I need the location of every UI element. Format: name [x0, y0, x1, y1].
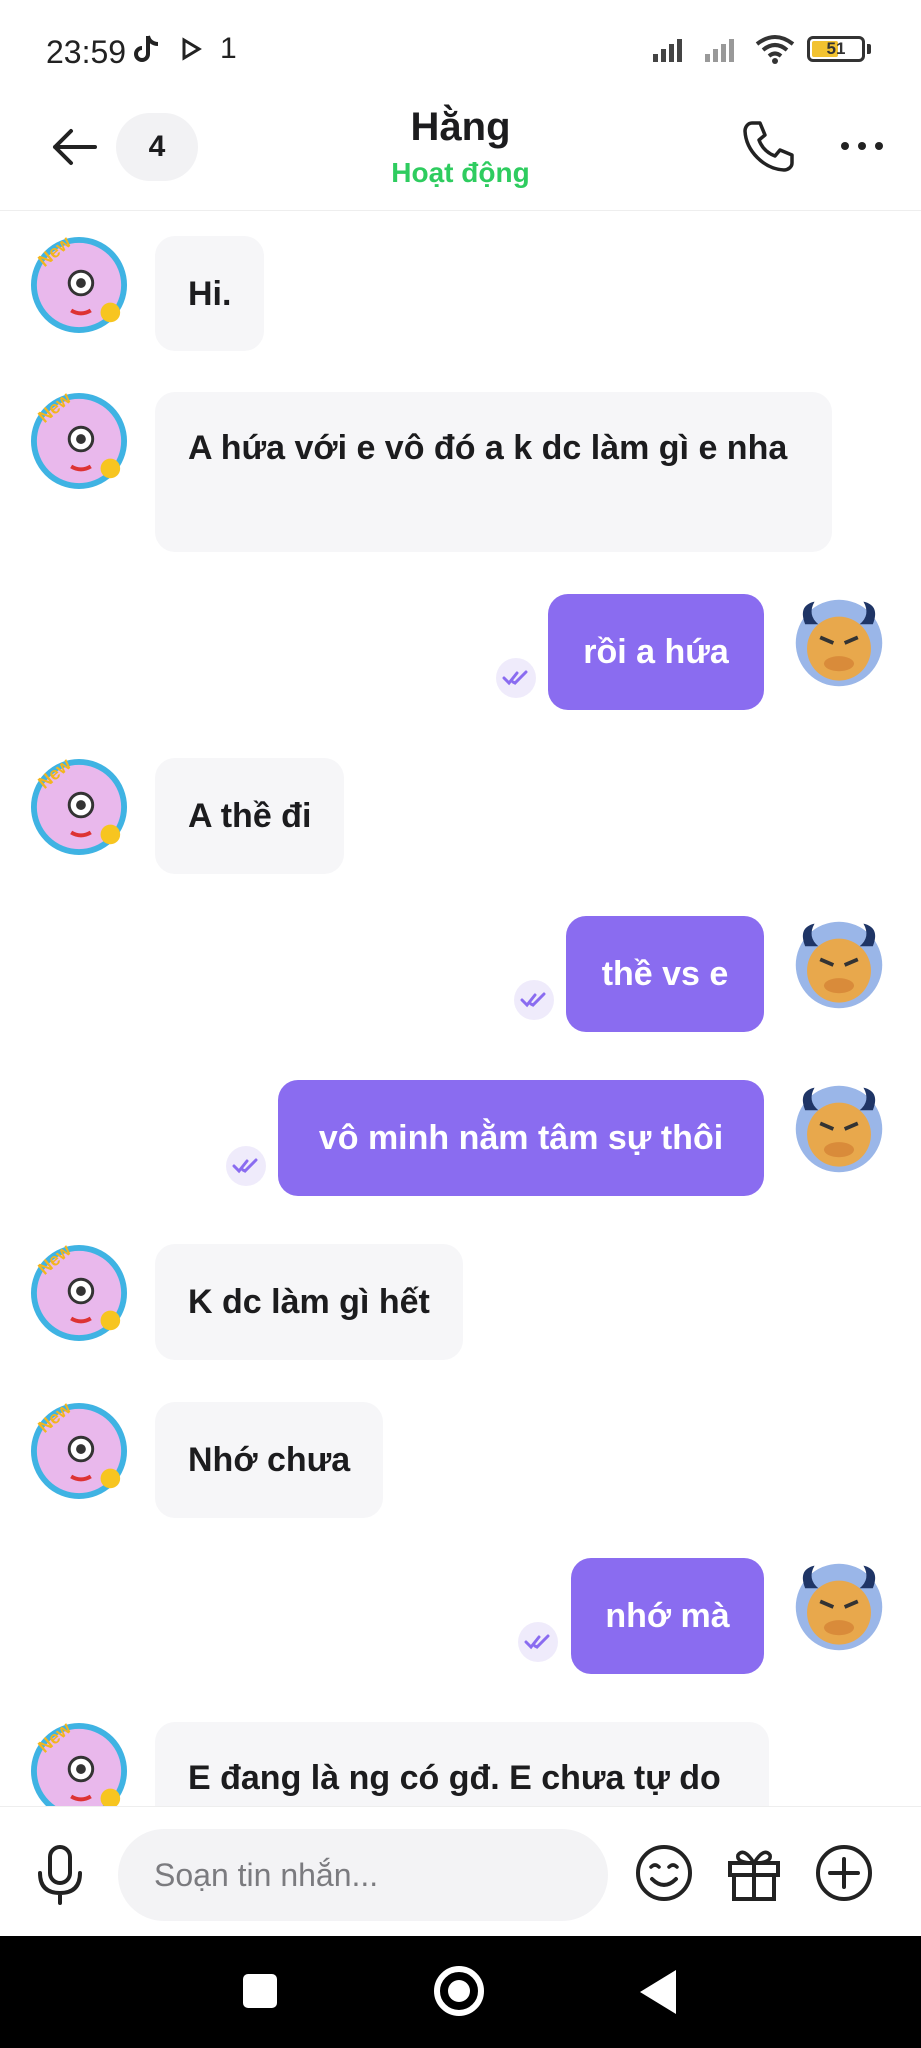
user-avatar[interactable] — [792, 1560, 886, 1654]
seen-check-icon — [226, 1146, 266, 1186]
contact-avatar[interactable]: New — [30, 1402, 128, 1500]
message-composer — [0, 1806, 921, 1936]
emoji-button[interactable] — [634, 1843, 694, 1903]
signal-icon — [653, 39, 682, 62]
emoji-icon — [636, 1845, 692, 1901]
recent-apps-button[interactable] — [243, 1974, 277, 2008]
message-bubble-incoming[interactable]: A thề đi — [155, 758, 345, 874]
chat-header: 4 Hằng Hoạt động — [0, 105, 921, 211]
notification-count: 1 — [220, 32, 237, 65]
message-input[interactable] — [154, 1856, 608, 1894]
message-bubble-incoming[interactable]: A hứa với e vô đó a k dc làm gì e nha — [155, 392, 832, 552]
plus-icon — [816, 1845, 872, 1901]
phone-icon — [743, 121, 794, 172]
home-button[interactable] — [434, 1966, 484, 2016]
message-bubble-incoming[interactable]: Hi. — [155, 236, 265, 351]
message-bubble-outgoing[interactable]: vô minh nằm tâm sự thôi — [278, 1080, 764, 1196]
add-button[interactable] — [814, 1843, 874, 1903]
gift-icon — [728, 1850, 780, 1901]
message-bubble-outgoing[interactable]: rồi a hứa — [548, 594, 764, 710]
battery-indicator: 51 — [807, 36, 865, 62]
message-list[interactable]: New Hi. New A hứa với e vô đó a k dc làm… — [0, 212, 921, 1806]
contact-avatar[interactable]: New — [30, 392, 128, 490]
system-nav-bar — [0, 1936, 921, 2048]
user-avatar[interactable] — [792, 596, 886, 690]
status-time: 23:59 — [46, 34, 127, 70]
microphone-icon — [38, 1845, 82, 1905]
contact-avatar[interactable]: New — [30, 1722, 128, 1806]
microphone-button[interactable] — [32, 1843, 88, 1907]
tiktok-icon — [134, 35, 159, 62]
message-bubble-outgoing[interactable]: nhớ mà — [571, 1558, 764, 1674]
more-icon — [841, 142, 849, 150]
wifi-icon — [755, 35, 795, 64]
message-bubble-incoming[interactable]: K dc làm gì hết — [155, 1244, 463, 1360]
message-bubble-incoming[interactable]: Nhớ chưa — [155, 1402, 384, 1518]
more-button[interactable] — [832, 121, 892, 171]
signal-icon-2 — [705, 39, 734, 62]
contact-avatar[interactable]: New — [30, 1244, 128, 1342]
message-bubble-incoming[interactable]: E đang là ng có gđ. E chưa tự do — [155, 1722, 769, 1806]
contact-avatar[interactable]: New — [30, 236, 128, 334]
message-bubble-outgoing[interactable]: thề vs e — [566, 916, 764, 1032]
contact-avatar[interactable]: New — [30, 758, 128, 856]
play-icon — [182, 37, 202, 61]
seen-check-icon — [496, 658, 536, 698]
message-input-container[interactable] — [118, 1829, 608, 1921]
seen-check-icon — [518, 1622, 558, 1662]
user-avatar[interactable] — [792, 1082, 886, 1176]
system-back-button[interactable] — [640, 1970, 676, 2014]
status-bar: 23:59 1 51 — [0, 0, 921, 105]
user-avatar[interactable] — [792, 918, 886, 1012]
battery-level: 51 — [826, 39, 846, 58]
gift-button[interactable] — [724, 1841, 784, 1903]
call-button[interactable] — [738, 117, 798, 177]
seen-check-icon — [514, 980, 554, 1020]
